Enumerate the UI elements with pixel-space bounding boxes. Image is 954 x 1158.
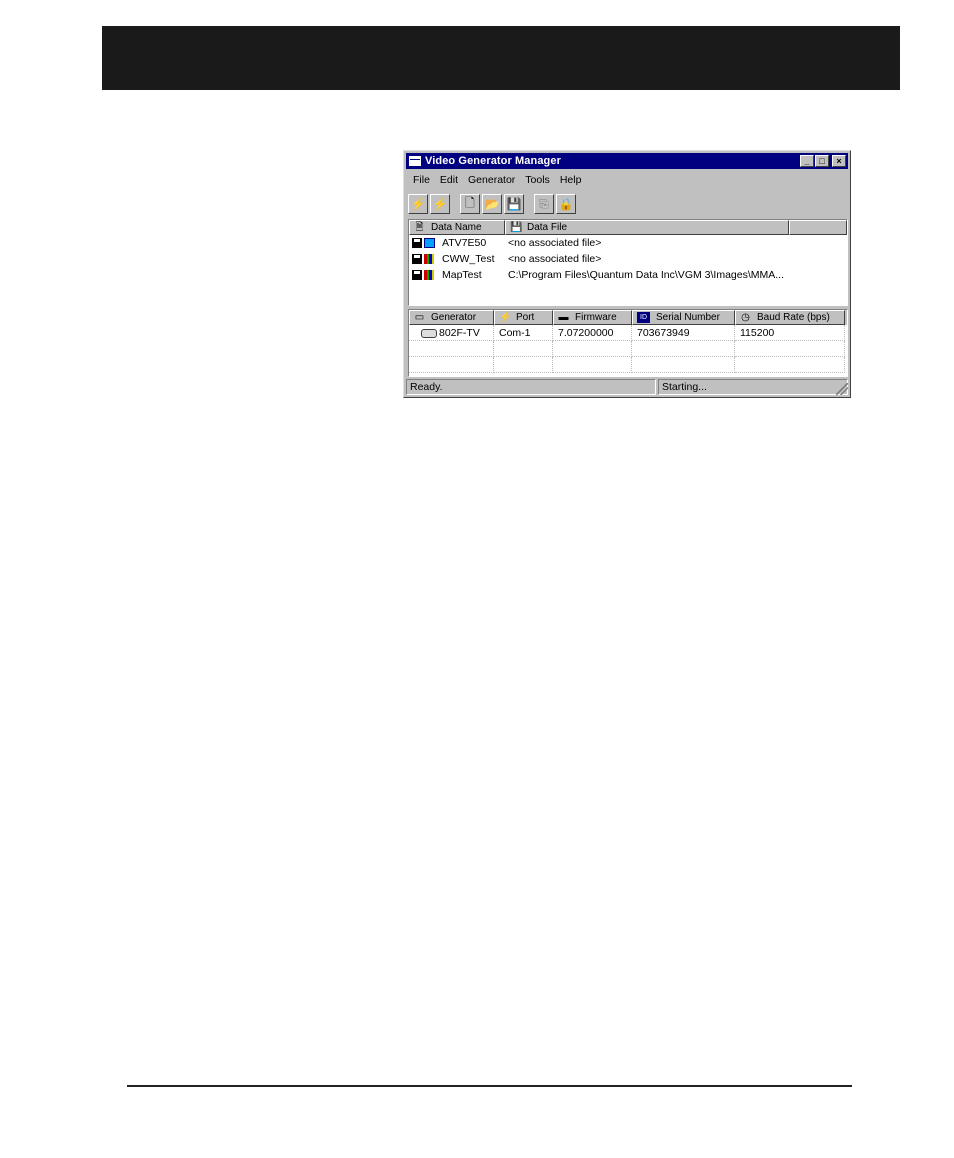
footer-rule bbox=[127, 1085, 852, 1087]
menu-help[interactable]: Help bbox=[555, 172, 587, 188]
connect-icon: ⚡ bbox=[410, 197, 426, 211]
column-header-serial-number[interactable]: ID Serial Number bbox=[632, 310, 735, 325]
copy-icon: ⎘ bbox=[539, 196, 549, 211]
status-text: Ready. bbox=[406, 379, 656, 395]
document-icon: 🗎 bbox=[415, 222, 424, 233]
page-header-banner bbox=[102, 26, 900, 90]
data-name: CWW_Test bbox=[442, 253, 495, 265]
column-label: Port bbox=[516, 312, 535, 323]
colorbars-icon bbox=[424, 254, 434, 264]
table-row-empty bbox=[409, 341, 847, 357]
port-cell: Com-1 bbox=[494, 325, 553, 341]
list-item[interactable]: CWW_Test <no associated file> bbox=[409, 251, 847, 267]
generator-list[interactable]: ▭ Generator ⚡ Port ▬ Firmware ID Serial … bbox=[408, 309, 848, 377]
column-header-firmware[interactable]: ▬ Firmware bbox=[553, 310, 632, 325]
app-window-icon[interactable] bbox=[409, 156, 421, 166]
column-header-port[interactable]: ⚡ Port bbox=[494, 310, 553, 325]
window-title: Video Generator Manager bbox=[425, 155, 561, 167]
colorbars-icon bbox=[424, 270, 434, 280]
data-file: <no associated file> bbox=[508, 253, 602, 265]
save-icon: 💾 bbox=[506, 197, 522, 211]
video-generator-manager-window: Video Generator Manager _ □ × File Edit … bbox=[403, 150, 851, 398]
generator-list-header: ▭ Generator ⚡ Port ▬ Firmware ID Serial … bbox=[409, 310, 847, 325]
floppy-icon: 💾 bbox=[510, 222, 523, 233]
saved-icon bbox=[412, 270, 422, 280]
data-list[interactable]: 🗎 Data Name 💾 Data File ATV7E50 <no asso… bbox=[408, 219, 848, 306]
table-row[interactable]: 802F-TV Com-1 7.07200000 703673949 11520… bbox=[409, 325, 847, 341]
data-file: C:\Program Files\Quantum Data Inc\VGM 3\… bbox=[508, 269, 784, 281]
column-header-generator[interactable]: ▭ Generator bbox=[409, 310, 494, 325]
list-item[interactable]: MapTest C:\Program Files\Quantum Data In… bbox=[409, 267, 847, 283]
status-bar: Ready. Starting... bbox=[406, 379, 848, 395]
column-label: Serial Number bbox=[656, 312, 720, 323]
save-button[interactable]: 💾 bbox=[504, 194, 524, 214]
list-item[interactable]: ATV7E50 <no associated file> bbox=[409, 235, 847, 251]
menu-generator[interactable]: Generator bbox=[463, 172, 520, 188]
column-label: Data File bbox=[527, 222, 568, 233]
minimize-button[interactable]: _ bbox=[800, 155, 814, 167]
clock-icon: ◷ bbox=[741, 312, 750, 323]
open-button[interactable]: 📂 bbox=[482, 194, 502, 214]
generator-name: 802F-TV bbox=[439, 327, 480, 339]
window-controls: _ □ × bbox=[799, 155, 846, 167]
saved-icon bbox=[412, 254, 422, 264]
monitor-icon bbox=[424, 238, 435, 248]
menu-tools[interactable]: Tools bbox=[520, 172, 555, 188]
status-progress-text: Starting... bbox=[658, 379, 848, 395]
column-header-data-name[interactable]: 🗎 Data Name bbox=[409, 220, 505, 235]
chip-icon: ▬ bbox=[558, 312, 569, 323]
menu-bar: File Edit Generator Tools Help bbox=[408, 172, 586, 188]
column-label: Generator bbox=[431, 312, 477, 323]
maximize-button[interactable]: □ bbox=[815, 155, 829, 167]
lock-icon: 🔒 bbox=[558, 197, 574, 211]
port-icon: ⚡ bbox=[499, 312, 512, 323]
saved-icon bbox=[412, 238, 422, 248]
data-list-header: 🗎 Data Name 💾 Data File bbox=[409, 220, 847, 235]
menu-edit[interactable]: Edit bbox=[435, 172, 463, 188]
copy-button[interactable]: ⎘ bbox=[534, 194, 554, 214]
column-header-filler bbox=[789, 220, 847, 235]
new-icon: 🗋 bbox=[465, 195, 475, 210]
id-badge-icon: ID bbox=[637, 312, 650, 323]
column-label: Data Name bbox=[431, 222, 482, 233]
toolbar: ⚡ ⚡ 🗋 📂 💾 ⎘ 🔒 bbox=[408, 192, 578, 216]
serial-number-cell: 703673949 bbox=[632, 325, 735, 341]
lock-button[interactable]: 🔒 bbox=[556, 194, 576, 214]
generator-device-icon bbox=[421, 328, 437, 338]
close-button[interactable]: × bbox=[832, 155, 846, 167]
disconnect-icon: ⚡ bbox=[432, 197, 448, 211]
column-header-baud-rate[interactable]: ◷ Baud Rate (bps) bbox=[735, 310, 845, 325]
data-name: MapTest bbox=[442, 269, 482, 281]
generator-cell: 802F-TV bbox=[409, 325, 494, 341]
data-name: ATV7E50 bbox=[442, 237, 487, 249]
column-label: Firmware bbox=[575, 312, 617, 323]
connect-button[interactable]: ⚡ bbox=[408, 194, 428, 214]
baud-rate-cell: 115200 bbox=[735, 325, 845, 341]
resize-grip-icon[interactable] bbox=[836, 383, 848, 395]
disconnect-button[interactable]: ⚡ bbox=[430, 194, 450, 214]
column-label: Baud Rate (bps) bbox=[757, 312, 830, 323]
generator-icon: ▭ bbox=[414, 312, 425, 323]
column-header-data-file[interactable]: 💾 Data File bbox=[505, 220, 789, 235]
open-folder-icon: 📂 bbox=[484, 197, 500, 211]
title-bar[interactable]: Video Generator Manager _ □ × bbox=[406, 153, 848, 169]
data-file: <no associated file> bbox=[508, 237, 602, 249]
new-button[interactable]: 🗋 bbox=[460, 194, 480, 214]
table-row-empty bbox=[409, 357, 847, 373]
firmware-cell: 7.07200000 bbox=[553, 325, 632, 341]
menu-file[interactable]: File bbox=[408, 172, 435, 188]
